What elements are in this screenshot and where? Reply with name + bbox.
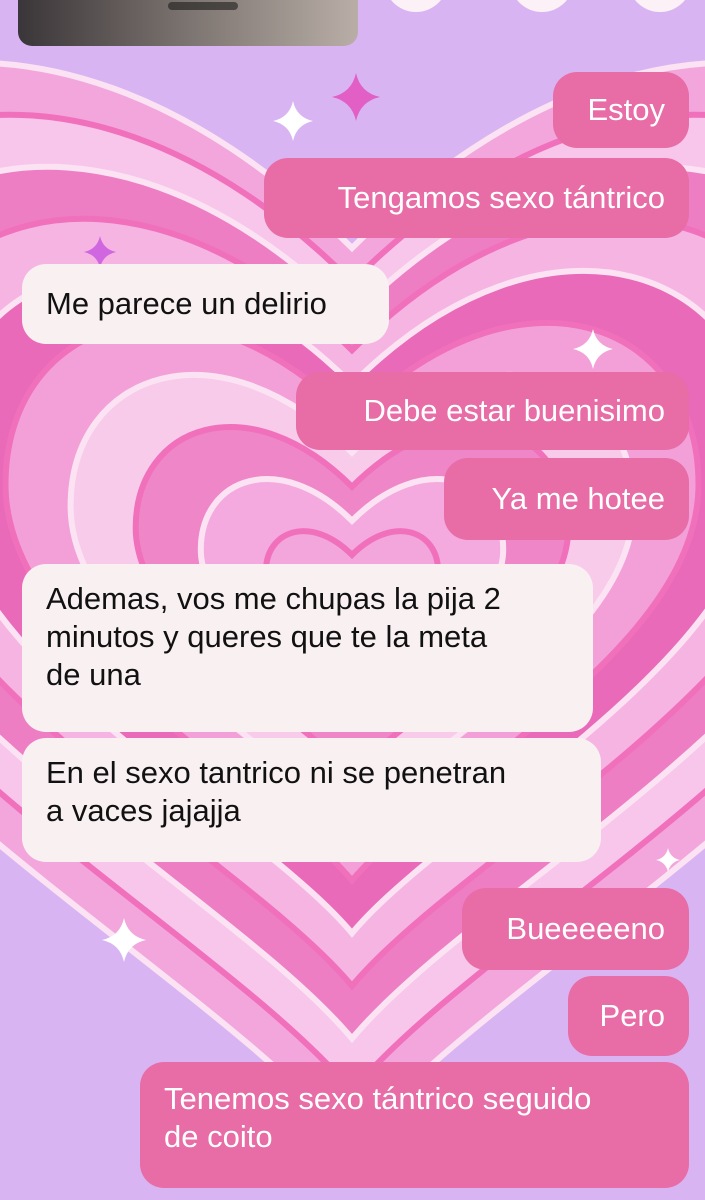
thumbnail-caption xyxy=(168,2,238,10)
message-bubble-incoming[interactable]: Ademas, vos me chupas la pija 2 minutos … xyxy=(22,564,593,732)
shared-media-thumbnail[interactable] xyxy=(18,0,358,46)
message-bubble-outgoing[interactable]: Bueeeeeno xyxy=(462,888,689,970)
message-bubble-outgoing[interactable]: Debe estar buenisimo xyxy=(296,372,689,450)
message-bubble-outgoing[interactable]: Tenemos sexo tántrico seguido de coito xyxy=(140,1062,689,1188)
message-bubble-outgoing[interactable]: Ya me hotee xyxy=(444,458,689,540)
message-bubble-outgoing[interactable]: Tengamos sexo tántrico xyxy=(264,158,689,238)
message-bubble-incoming[interactable]: Me parece un delirio xyxy=(22,264,389,344)
message-bubble-outgoing[interactable]: Pero xyxy=(568,976,689,1056)
message-bubble-outgoing[interactable]: Estoy xyxy=(553,72,689,148)
message-bubble-incoming[interactable]: En el sexo tantrico ni se penetran a vac… xyxy=(22,738,601,862)
